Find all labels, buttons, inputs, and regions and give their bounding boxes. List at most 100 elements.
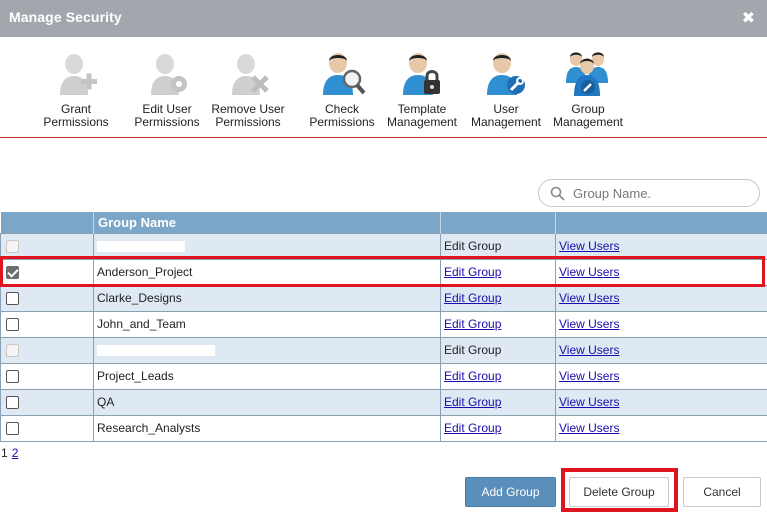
group-name: QA <box>97 395 115 409</box>
view-users-link[interactable]: View Users <box>559 317 619 331</box>
select-cell <box>0 232 94 260</box>
group-name: Research_Analysts <box>97 421 201 435</box>
column-header-group-name: Group Name <box>93 212 441 233</box>
column-header-select <box>0 212 94 233</box>
edit-cell: Edit Group <box>440 284 556 312</box>
row-checkbox[interactable] <box>6 318 19 332</box>
edit-group-link[interactable]: Edit Group <box>444 395 501 409</box>
group-name: John_and_Team <box>97 317 186 331</box>
view-cell: View Users <box>555 414 767 442</box>
edit-cell: Edit Group <box>440 414 556 442</box>
edit-group-link[interactable]: Edit Group <box>444 265 501 279</box>
view-cell: View Users <box>555 336 767 364</box>
grant-permissions-button[interactable]: Grant Permissions <box>34 49 118 129</box>
toolbar-label: Group Management <box>552 102 624 129</box>
table-row[interactable]: Anderson_Project Edit Group View Users <box>0 258 767 286</box>
user-management-button[interactable]: User Management <box>464 49 548 129</box>
user-wrench-icon <box>487 53 525 95</box>
table-row[interactable]: Project_Leads Edit Group View Users <box>0 362 767 390</box>
redacted-name <box>97 345 215 357</box>
toolbar-label: User Management <box>470 102 542 129</box>
page-current: 1 <box>1 446 8 460</box>
toolbar-label: Check Permissions <box>309 102 375 129</box>
search-input[interactable] <box>573 183 753 203</box>
edit-group-link[interactable]: Edit Group <box>444 317 501 331</box>
toolbar-label: Edit User Permissions <box>134 102 200 129</box>
table-row[interactable]: Clarke_Designs Edit Group View Users <box>0 284 767 312</box>
view-users-link[interactable]: View Users <box>559 265 619 279</box>
column-header-view <box>555 212 767 233</box>
group-name-cell: John_and_Team <box>93 310 441 338</box>
toolbar-label: Template Management <box>386 102 458 129</box>
user-gear-icon <box>151 54 187 95</box>
edit-group-link[interactable]: Edit Group <box>444 421 501 435</box>
row-checkbox[interactable] <box>6 266 19 280</box>
select-cell <box>0 388 94 416</box>
group-search[interactable] <box>538 179 760 207</box>
table-row[interactable]: Edit Group View Users <box>0 336 767 364</box>
group-name-cell: Anderson_Project <box>93 258 441 286</box>
view-cell: View Users <box>555 388 767 416</box>
table-row[interactable]: John_and_Team Edit Group View Users <box>0 310 767 338</box>
group-management-button[interactable]: Group Management <box>546 49 630 129</box>
view-users-link[interactable]: View Users <box>559 343 619 357</box>
edit-group-link: Edit Group <box>444 239 502 253</box>
select-cell <box>0 258 94 286</box>
edit-cell: Edit Group <box>440 362 556 390</box>
view-users-link[interactable]: View Users <box>559 291 619 305</box>
security-toolbar: Grant Permissions Edit User Permissions … <box>0 37 767 138</box>
group-name-cell: Project_Leads <box>93 362 441 390</box>
close-icon[interactable]: ✖ <box>742 8 755 28</box>
remove-user-permissions-button[interactable]: Remove User Permissions <box>206 49 290 129</box>
delete-group-button[interactable]: Delete Group <box>569 477 669 507</box>
view-cell: View Users <box>555 362 767 390</box>
view-users-link[interactable]: View Users <box>559 369 619 383</box>
view-cell: View Users <box>555 232 767 260</box>
table-row[interactable]: Edit Group View Users <box>0 232 767 260</box>
view-users-link[interactable]: View Users <box>559 421 619 435</box>
view-cell: View Users <box>555 258 767 286</box>
group-name-cell: QA <box>93 388 441 416</box>
group-name-cell <box>93 336 441 364</box>
redacted-name <box>97 241 185 253</box>
page-link-2[interactable]: 2 <box>12 446 19 460</box>
group-name-cell <box>93 232 441 260</box>
groups-table: Group Name Edit Group View Users Anderson_… <box>0 212 767 442</box>
select-cell <box>0 336 94 364</box>
row-checkbox[interactable] <box>6 396 19 410</box>
column-header-edit <box>440 212 556 233</box>
edit-user-permissions-button[interactable]: Edit User Permissions <box>125 49 209 129</box>
view-users-link[interactable]: View Users <box>559 395 619 409</box>
search-icon <box>550 186 565 201</box>
select-cell <box>0 362 94 390</box>
edit-group-link[interactable]: Edit Group <box>444 291 501 305</box>
row-checkbox[interactable] <box>6 422 19 436</box>
user-remove-icon <box>232 54 269 95</box>
group-name: Clarke_Designs <box>97 291 182 305</box>
group-name: Project_Leads <box>97 369 174 383</box>
add-group-button[interactable]: Add Group <box>465 477 556 507</box>
cancel-button[interactable]: Cancel <box>683 477 761 507</box>
select-cell <box>0 284 94 312</box>
table-header-row: Group Name <box>0 212 767 233</box>
edit-cell: Edit Group <box>440 258 556 286</box>
table-row[interactable]: Research_Analysts Edit Group View Users <box>0 414 767 442</box>
check-permissions-button[interactable]: Check Permissions <box>300 49 384 129</box>
edit-group-link: Edit Group <box>444 343 502 357</box>
row-checkbox[interactable] <box>6 292 19 306</box>
edit-cell: Edit Group <box>440 336 556 364</box>
template-management-button[interactable]: Template Management <box>380 49 464 129</box>
row-checkbox <box>6 344 19 358</box>
view-cell: View Users <box>555 284 767 312</box>
user-lock-icon <box>403 53 440 95</box>
group-name-cell: Clarke_Designs <box>93 284 441 312</box>
edit-group-link[interactable]: Edit Group <box>444 369 501 383</box>
dialog-title: Manage Security <box>9 9 122 25</box>
user-add-icon <box>60 54 97 95</box>
row-checkbox[interactable] <box>6 370 19 384</box>
edit-cell: Edit Group <box>440 232 556 260</box>
table-row[interactable]: QA Edit Group View Users <box>0 388 767 416</box>
toolbar-label: Grant Permissions <box>43 102 109 129</box>
view-users-link[interactable]: View Users <box>559 239 619 253</box>
select-cell <box>0 310 94 338</box>
